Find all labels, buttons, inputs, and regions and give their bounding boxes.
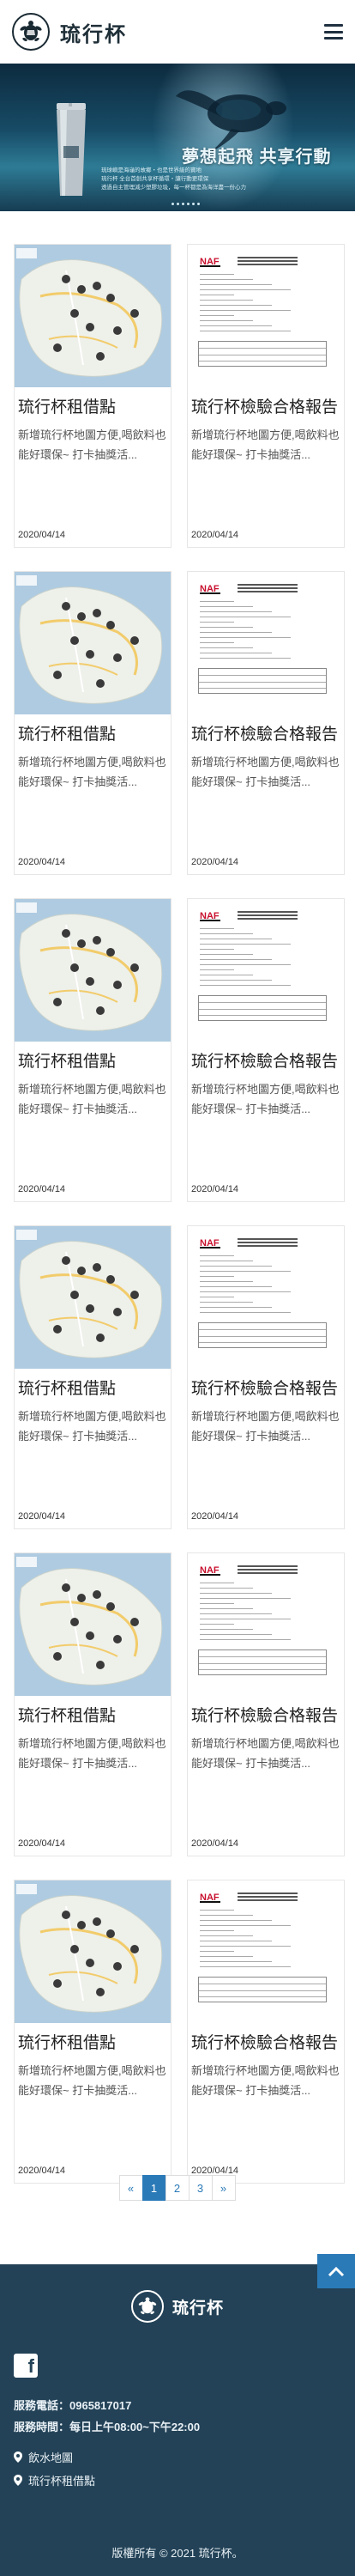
map-pin-icon [14, 2451, 22, 2463]
chevron-up-icon [328, 2266, 345, 2277]
post-excerpt: 新增琉行杯地圖方便,喝飲料也能好環保~ 打卡抽獎活... [18, 1737, 166, 1770]
report-thumbnail-image[interactable]: NAF [188, 899, 344, 1042]
post-title[interactable]: 琉行杯檢驗合格報告 [191, 1706, 340, 1727]
pagination-prev[interactable]: « [118, 2175, 143, 2201]
report-thumbnail-image[interactable]: NAF [188, 1226, 344, 1369]
post-card[interactable]: 琉行杯租借點 新增琉行杯地圖方便,喝飲料也能好環保~ 打卡抽獎活... 2020… [14, 1880, 171, 2184]
report-thumbnail-image[interactable]: NAF [188, 1553, 344, 1696]
facebook-icon[interactable]: f [14, 2354, 38, 2378]
banner-headline: 夢想起飛 共享行動 [182, 148, 332, 167]
post-excerpt: 新增琉行杯地圖方便,喝飲料也能好環保~ 打卡抽獎活... [191, 756, 340, 788]
post-title[interactable]: 琉行杯檢驗合格報告 [191, 398, 340, 418]
footer-link-label: 琉行杯租借點 [28, 2475, 96, 2488]
post-excerpt: 新增琉行杯地圖方便,喝飲料也能好環保~ 打卡抽獎活... [18, 1410, 166, 1443]
post-title[interactable]: 琉行杯檢驗合格報告 [191, 725, 340, 745]
post-date: 2020/04/14 [191, 1511, 239, 1522]
report-thumbnail-image[interactable]: NAF [188, 1880, 344, 2023]
post-title[interactable]: 琉行杯租借點 [18, 398, 167, 418]
tumbler-cup-image [57, 103, 86, 196]
post-card[interactable]: 琉行杯租借點 新增琉行杯地圖方便,喝飲料也能好環保~ 打卡抽獎活... 2020… [14, 244, 171, 548]
post-title[interactable]: 琉行杯租借點 [18, 1706, 167, 1727]
report-thumbnail-image[interactable]: NAF [188, 245, 344, 387]
post-date: 2020/04/14 [18, 1184, 66, 1194]
post-card[interactable]: NAF 琉行杯檢驗合格報告 新增琉行杯地圖方便,喝飲料也能好環保~ 打卡抽獎活.… [187, 244, 345, 548]
post-title[interactable]: 琉行杯檢驗合格報告 [191, 1379, 340, 1400]
post-card[interactable]: 琉行杯租借點 新增琉行杯地圖方便,喝飲料也能好環保~ 打卡抽獎活... 2020… [14, 898, 171, 1202]
banner-dots [171, 203, 200, 205]
map-thumbnail-image[interactable] [15, 1880, 171, 2023]
post-title[interactable]: 琉行杯檢驗合格報告 [191, 2033, 340, 2054]
footer-phone: 服務電話：0965817017 [14, 2399, 132, 2412]
hamburger-menu-icon[interactable] [324, 24, 343, 39]
pagination-next[interactable]: » [211, 2175, 236, 2201]
post-title[interactable]: 琉行杯租借點 [18, 1052, 167, 1072]
post-excerpt: 新增琉行杯地圖方便,喝飲料也能好環保~ 打卡抽獎活... [191, 1410, 340, 1443]
post-card[interactable]: NAF 琉行杯檢驗合格報告 新增琉行杯地圖方便,喝飲料也能好環保~ 打卡抽獎活.… [187, 898, 345, 1202]
post-title[interactable]: 琉行杯租借點 [18, 1379, 167, 1400]
post-excerpt: 新增琉行杯地圖方便,喝飲料也能好環保~ 打卡抽獎活... [18, 428, 166, 461]
post-card[interactable]: NAF 琉行杯檢驗合格報告 新增琉行杯地圖方便,喝飲料也能好環保~ 打卡抽獎活.… [187, 1552, 345, 1856]
map-thumbnail-image[interactable] [15, 1553, 171, 1696]
copyright: 版權所有 © 2021 琉行杯。 [111, 2547, 244, 2560]
post-excerpt: 新增琉行杯地圖方便,喝飲料也能好環保~ 打卡抽獎活... [191, 1083, 340, 1115]
footer-link-label: 飲水地圖 [28, 2451, 74, 2464]
post-grid: 琉行杯租借點 新增琉行杯地圖方便,喝飲料也能好環保~ 打卡抽獎活... 2020… [0, 211, 355, 2184]
pagination-page-2[interactable]: 2 [165, 2175, 190, 2201]
post-excerpt: 新增琉行杯地圖方便,喝飲料也能好環保~ 打卡抽獎活... [191, 1737, 340, 1770]
banner-line: 琉行杯 全台首創共享杯循環・讓行動更環保 [101, 176, 209, 182]
post-date: 2020/04/14 [191, 530, 239, 540]
post-excerpt: 新增琉行杯地圖方便,喝飲料也能好環保~ 打卡抽獎活... [191, 2064, 340, 2097]
pagination: « 1 2 3 » [0, 2175, 355, 2201]
map-thumbnail-image[interactable] [15, 899, 171, 1042]
post-date: 2020/04/14 [191, 1184, 239, 1194]
site-header: 琉行杯 [0, 0, 355, 64]
turtle-logo-icon [130, 2290, 164, 2323]
post-date: 2020/04/14 [18, 1511, 66, 1522]
banner-line: 琉球嶼是海龜的故鄉・也是世界級的寶地 [101, 167, 202, 173]
footer-link-water-map[interactable]: 飲水地圖 [14, 2449, 73, 2465]
back-to-top-button[interactable] [317, 2254, 355, 2288]
footer-title: 琉行杯 [171, 2299, 224, 2318]
site-footer: 琉行杯 f 服務電話：0965817017 服務時間：每日上午08:00~下午2… [0, 2264, 355, 2576]
post-card[interactable]: NAF 琉行杯檢驗合格報告 新增琉行杯地圖方便,喝飲料也能好環保~ 打卡抽獎活.… [187, 1225, 345, 1529]
post-card[interactable]: 琉行杯租借點 新增琉行杯地圖方便,喝飲料也能好環保~ 打卡抽獎活... 2020… [14, 1225, 171, 1529]
post-excerpt: 新增琉行杯地圖方便,喝飲料也能好環保~ 打卡抽獎活... [191, 428, 340, 461]
turtle-logo-icon[interactable] [12, 13, 50, 51]
footer-brand: 琉行杯 [0, 2290, 355, 2323]
post-date: 2020/04/14 [191, 1838, 239, 1849]
pagination-page-1[interactable]: 1 [141, 2175, 166, 2201]
map-thumbnail-image[interactable] [15, 1226, 171, 1369]
banner-line: 透過自主管理減少塑膠垃圾，每一杯都是為海洋盡一份心力 [101, 185, 246, 191]
footer-link-rental[interactable]: 琉行杯租借點 [14, 2472, 95, 2488]
footer-hours: 服務時間：每日上午08:00~下午22:00 [14, 2421, 201, 2433]
post-excerpt: 新增琉行杯地圖方便,喝飲料也能好環保~ 打卡抽獎活... [18, 1083, 166, 1115]
post-card[interactable]: 琉行杯租借點 新增琉行杯地圖方便,喝飲料也能好環保~ 打卡抽獎活... 2020… [14, 1552, 171, 1856]
post-title[interactable]: 琉行杯檢驗合格報告 [191, 1052, 340, 1072]
map-thumbnail-image[interactable] [15, 245, 171, 387]
post-card[interactable]: 琉行杯租借點 新增琉行杯地圖方便,喝飲料也能好環保~ 打卡抽獎活... 2020… [14, 571, 171, 875]
post-title[interactable]: 琉行杯租借點 [18, 2033, 167, 2054]
map-thumbnail-image[interactable] [15, 572, 171, 714]
post-excerpt: 新增琉行杯地圖方便,喝飲料也能好環保~ 打卡抽獎活... [18, 2064, 166, 2097]
report-thumbnail-image[interactable]: NAF [188, 572, 344, 714]
post-card[interactable]: NAF 琉行杯檢驗合格報告 新增琉行杯地圖方便,喝飲料也能好環保~ 打卡抽獎活.… [187, 571, 345, 875]
post-date: 2020/04/14 [18, 530, 66, 540]
post-title[interactable]: 琉行杯租借點 [18, 725, 167, 745]
site-title[interactable]: 琉行杯 [60, 17, 127, 47]
banner-text: 琉球嶼是海龜的故鄉・也是世界級的寶地 琉行杯 全台首創共享杯循環・讓行動更環保 … [101, 167, 273, 192]
post-card[interactable]: NAF 琉行杯檢驗合格報告 新增琉行杯地圖方便,喝飲料也能好環保~ 打卡抽獎活.… [187, 1880, 345, 2184]
post-excerpt: 新增琉行杯地圖方便,喝飲料也能好環保~ 打卡抽獎活... [18, 756, 166, 788]
pagination-page-3[interactable]: 3 [188, 2175, 213, 2201]
post-date: 2020/04/14 [18, 857, 66, 867]
post-date: 2020/04/14 [18, 1838, 66, 1849]
post-date: 2020/04/14 [191, 857, 239, 867]
hero-banner: 夢想起飛 共享行動 琉球嶼是海龜的故鄉・也是世界級的寶地 琉行杯 全台首創共享杯… [0, 64, 355, 211]
map-pin-icon [14, 2475, 22, 2486]
